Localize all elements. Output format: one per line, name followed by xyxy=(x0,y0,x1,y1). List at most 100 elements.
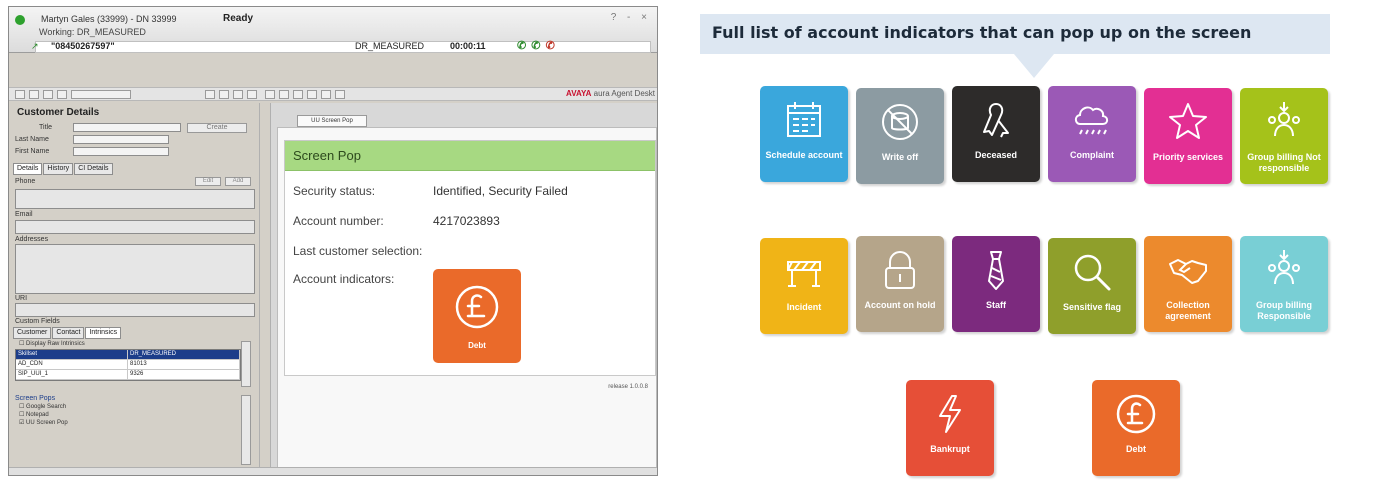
screen-pop-card: Screen Pop Security status: Identified, … xyxy=(284,140,656,376)
security-status-value: Identified, Security Failed xyxy=(433,184,568,198)
last-name-label: Last Name xyxy=(15,136,49,143)
indicator-sensitive-flag: Sensitive flag xyxy=(1048,238,1136,334)
last-name-field[interactable] xyxy=(73,135,169,144)
table-row[interactable]: Skillset DR_MEASURED xyxy=(16,350,240,360)
screen-pops-scrollbar[interactable] xyxy=(241,395,251,465)
tab-contact[interactable]: Contact xyxy=(52,327,85,339)
toolbar-button-4[interactable] xyxy=(57,90,67,99)
screen-pop-pane: UU Screen Pop Screen Pop Security status… xyxy=(271,103,657,475)
call-action-buttons[interactable]: ✆ ✆ ✆ xyxy=(517,39,556,52)
indicator-collection-agreement: Collection agreement xyxy=(1144,236,1232,332)
toolbar-button-1[interactable] xyxy=(15,90,25,99)
uri-list[interactable] xyxy=(15,303,255,317)
indicator-priority-services: Priority services xyxy=(1144,88,1232,184)
agent-state[interactable]: Ready xyxy=(223,13,253,24)
agent-name: Martyn Gales (33999) - DN 33999 xyxy=(41,14,177,24)
toolbar-button-2[interactable] xyxy=(29,90,39,99)
indicator-label: Group billing Responsible xyxy=(1256,300,1312,321)
phone-list[interactable] xyxy=(15,189,255,209)
toolbar-button-11[interactable] xyxy=(293,90,303,99)
table-row[interactable]: AD_CDN 81013 xyxy=(16,360,240,370)
indicator-group-billing-not-responsible: Group billing Not responsible xyxy=(1240,88,1328,184)
toolbar-field[interactable] xyxy=(71,90,131,99)
horizontal-scrollbar[interactable] xyxy=(9,467,657,475)
ribbon-icon xyxy=(983,103,1009,138)
barrier-icon xyxy=(787,261,821,287)
customer-details-title: Customer Details xyxy=(17,107,100,118)
account-indicators-label: Account indicators: xyxy=(293,272,395,286)
indicator-label: Write off xyxy=(881,152,919,162)
screen-pop-label: Notepad xyxy=(26,412,49,418)
transfer-button[interactable]: ✆ xyxy=(531,40,541,52)
screen-pop-checkbox[interactable]: ☐ Google Search xyxy=(19,403,66,410)
indicator-group-billing-responsible: Group billing Responsible xyxy=(1240,236,1328,332)
indicator-write-off: Write off xyxy=(856,88,944,184)
toolbar-button-8[interactable] xyxy=(247,90,257,99)
toolbar-button-7[interactable] xyxy=(233,90,243,99)
indicator-label: Complaint xyxy=(1070,150,1114,160)
screen-pop-checkbox[interactable]: ☐ Notepad xyxy=(19,411,49,418)
table-row[interactable]: SIP_UUI_1 9326 xyxy=(16,370,240,380)
details-tabs: Details History CI Details xyxy=(13,163,114,175)
email-list[interactable] xyxy=(15,220,255,234)
pound-icon xyxy=(1116,394,1156,434)
tab-uu-screen-pop[interactable]: UU Screen Pop xyxy=(297,115,367,127)
tab-intrinsics[interactable]: Intrinsics xyxy=(85,327,122,339)
legend-title: Full list of account indicators that can… xyxy=(712,23,1252,42)
edit-button[interactable]: Edit xyxy=(195,177,221,186)
indicator-deceased: Deceased xyxy=(952,86,1040,182)
create-button[interactable]: Create xyxy=(187,123,247,133)
toolbar-button-5[interactable] xyxy=(205,90,215,99)
toolbar-button-12[interactable] xyxy=(307,90,317,99)
indicator-label: Incident xyxy=(786,302,822,312)
custom-fields-tabs: Customer Contact Intrinsics xyxy=(13,327,122,339)
security-status-label: Security status: xyxy=(293,184,376,198)
window-controls[interactable]: ? - × xyxy=(611,12,651,23)
toolbar-button-14[interactable] xyxy=(335,90,345,99)
screen-pop-checkbox[interactable]: ☑ UU Screen Pop xyxy=(19,419,68,426)
tab-customer[interactable]: Customer xyxy=(13,327,52,339)
intrinsics-table: Skillset DR_MEASURED AD_CDN 81013 SIP_UUI_… xyxy=(15,349,241,381)
title-field-label: Title xyxy=(39,124,52,131)
indicator-label: Schedule account xyxy=(765,150,843,160)
tab-ci-details[interactable]: CI Details xyxy=(74,163,113,175)
toolbar-button-10[interactable] xyxy=(279,90,289,99)
customer-details-panel: Customer Details Title Create Last Name … xyxy=(9,103,259,475)
addresses-list[interactable] xyxy=(15,244,255,294)
phone-icon: ↗ xyxy=(31,41,39,51)
indicator-account-on-hold: Account on hold xyxy=(856,236,944,332)
panel-splitter[interactable] xyxy=(259,103,271,475)
toolbar-button-13[interactable] xyxy=(321,90,331,99)
storm-cloud-icon xyxy=(1074,106,1109,135)
screen-pops-label: Screen Pops xyxy=(15,395,56,402)
first-name-field[interactable] xyxy=(73,147,169,156)
intrinsics-scrollbar[interactable] xyxy=(241,341,251,387)
indicator-label: Sensitive flag xyxy=(1062,302,1122,312)
toolbar-button-6[interactable] xyxy=(219,90,229,99)
indicator-bankrupt: Bankrupt xyxy=(906,380,994,476)
lightning-icon xyxy=(939,395,961,433)
row-key: Skillset xyxy=(16,350,128,359)
hangup-button[interactable]: ✆ xyxy=(546,40,556,52)
indicator-label: Group billing Not responsible xyxy=(1247,152,1321,173)
tab-details[interactable]: Details xyxy=(13,163,43,175)
phone-label: Phone xyxy=(15,178,36,185)
hold-button[interactable]: ✆ xyxy=(517,40,527,52)
toolbar-button-9[interactable] xyxy=(265,90,275,99)
call-timer: 00:00:11 xyxy=(450,41,486,51)
tab-history[interactable]: History xyxy=(43,163,74,175)
row-key: AD_CDN xyxy=(16,360,128,369)
toolbar: AVAYA aura Agent Deskt xyxy=(9,87,657,101)
display-raw-checkbox[interactable]: ☐ Display Raw Intrinsics xyxy=(19,340,85,347)
agent-desktop-window: Martyn Gales (33999) - DN 33999 Ready ? … xyxy=(8,6,658,476)
indicator-complaint: Complaint xyxy=(1048,86,1136,182)
last-selection-label: Last customer selection: xyxy=(293,244,423,258)
row-value: 81013 xyxy=(128,360,240,369)
brand-label: AVAYA aura Agent Deskt xyxy=(566,89,655,98)
toolbar-button-3[interactable] xyxy=(43,90,53,99)
title-field[interactable] xyxy=(73,123,181,132)
add-button[interactable]: Add xyxy=(225,177,251,186)
first-name-label: First Name xyxy=(15,148,50,155)
screen-pop-label: UU Screen Pop xyxy=(26,420,68,426)
status-dot-icon xyxy=(15,15,25,25)
